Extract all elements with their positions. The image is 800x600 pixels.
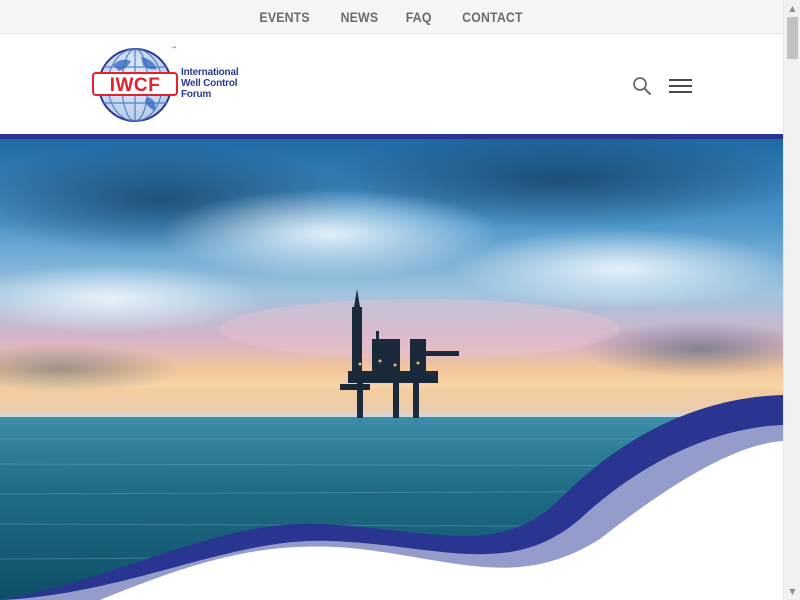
- hero-banner: [0, 139, 783, 600]
- search-icon: [633, 77, 651, 95]
- logo-name: International Well Control Forum: [181, 67, 239, 100]
- menu-button[interactable]: [669, 77, 692, 95]
- hamburger-menu-icon: [669, 79, 692, 93]
- site-header: IWCF ™ International Well Control Forum: [0, 34, 783, 134]
- logo-trademark: ™: [171, 46, 177, 53]
- top-nav: EVENTS NEWS FAQ CONTACT: [0, 0, 783, 33]
- top-utility-bar: EVENTS NEWS FAQ CONTACT: [0, 0, 783, 34]
- nav-link-contact[interactable]: CONTACT: [462, 9, 523, 25]
- hero-image: [0, 139, 783, 600]
- site-logo[interactable]: IWCF ™ International Well Control Forum: [91, 45, 251, 123]
- nav-link-news[interactable]: NEWS: [340, 9, 378, 25]
- search-button[interactable]: [632, 76, 652, 96]
- logo-name-line-2: Well Control: [181, 78, 238, 89]
- nav-link-faq[interactable]: FAQ: [406, 9, 432, 25]
- nav-link-events[interactable]: EVENTS: [260, 9, 310, 25]
- logo-name-line-1: International: [181, 67, 239, 78]
- scroll-up-arrow-icon[interactable]: ▲: [784, 0, 800, 17]
- logo-abbr: IWCF: [110, 75, 161, 96]
- scroll-down-arrow-icon[interactable]: ▼: [784, 583, 800, 600]
- logo-name-line-3: Forum: [181, 89, 212, 100]
- page: EVENTS NEWS FAQ CONTACT IWCF ™ Internati…: [0, 0, 783, 600]
- page-scrollbar[interactable]: ▲ ▼: [783, 0, 800, 600]
- scroll-thumb[interactable]: [787, 17, 798, 59]
